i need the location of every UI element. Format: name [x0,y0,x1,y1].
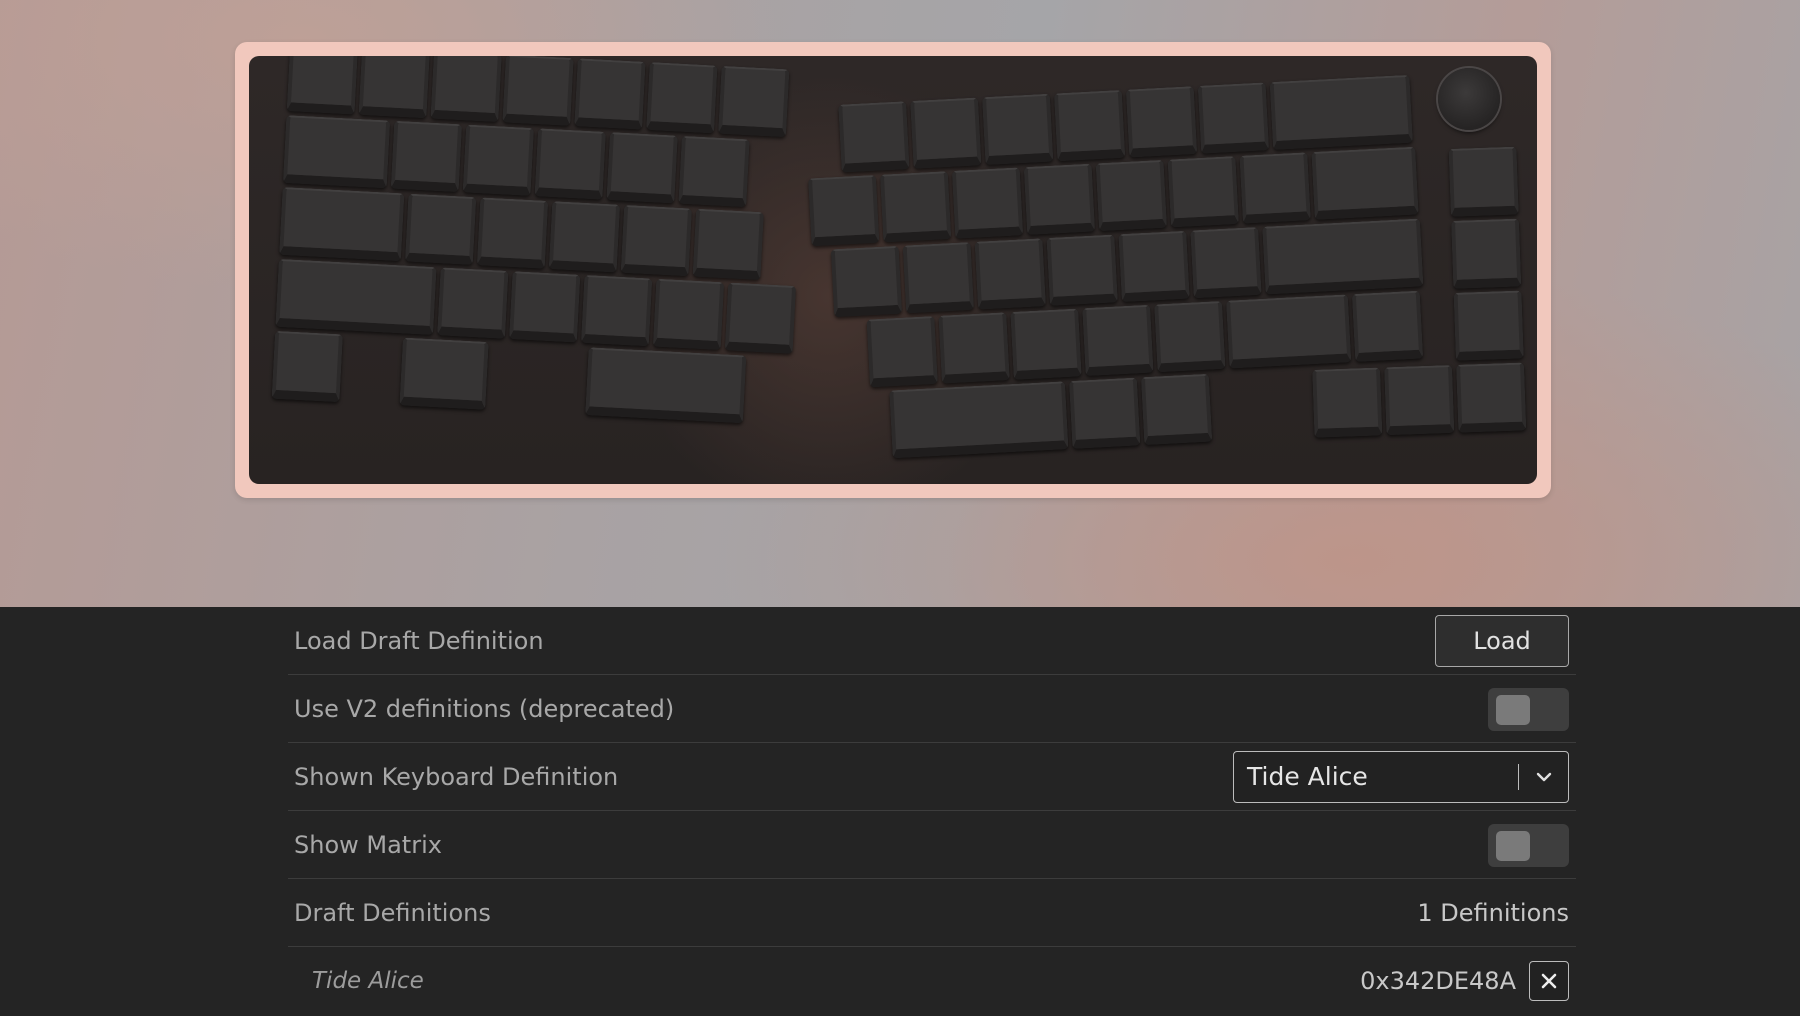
keycap[interactable] [1384,364,1455,436]
draft-definition-item: Tide Alice 0x342DE48A [288,947,1576,1015]
definitions-count: 1 Definitions [1417,899,1569,927]
show-matrix-label: Show Matrix [294,831,442,859]
side-key-cluster [249,56,1537,484]
load-draft-row: Load Draft Definition Load [288,607,1576,675]
keyboard-definition-select[interactable]: Tide Alice [1233,751,1569,803]
settings-panel: Load Draft Definition Load Use V2 defini… [288,607,1576,1016]
load-button[interactable]: Load [1435,615,1569,667]
shown-keyboard-label: Shown Keyboard Definition [294,763,619,791]
keyboard-select-value: Tide Alice [1247,762,1368,791]
keyboard-preview-area [0,0,1800,607]
close-icon [1541,973,1557,989]
keycap[interactable] [1451,218,1522,289]
draft-definition-name: Tide Alice [312,968,424,994]
keyboard-case [235,42,1551,498]
keycap[interactable] [1453,290,1524,361]
select-divider [1518,764,1519,790]
keycap[interactable] [1312,367,1383,438]
keyboard-plate [249,56,1537,484]
shown-keyboard-row: Shown Keyboard Definition Tide Alice [288,743,1576,811]
remove-definition-button[interactable] [1529,961,1569,1001]
chevron-down-icon[interactable] [1534,767,1554,787]
use-v2-toggle[interactable] [1488,688,1569,731]
draft-definitions-label: Draft Definitions [294,899,491,927]
toggle-knob [1496,831,1530,861]
encoder-knob[interactable] [1438,68,1500,130]
draft-definitions-row: Draft Definitions 1 Definitions [288,879,1576,947]
keycap[interactable] [1456,362,1527,433]
show-matrix-row: Show Matrix [288,811,1576,879]
use-v2-row: Use V2 definitions (deprecated) [288,675,1576,743]
use-v2-label: Use V2 definitions (deprecated) [294,695,675,723]
show-matrix-toggle[interactable] [1488,824,1569,867]
draft-definition-id: 0x342DE48A [1360,967,1516,995]
keycap[interactable] [1448,146,1519,217]
load-draft-label: Load Draft Definition [294,627,544,655]
toggle-knob [1496,695,1530,725]
